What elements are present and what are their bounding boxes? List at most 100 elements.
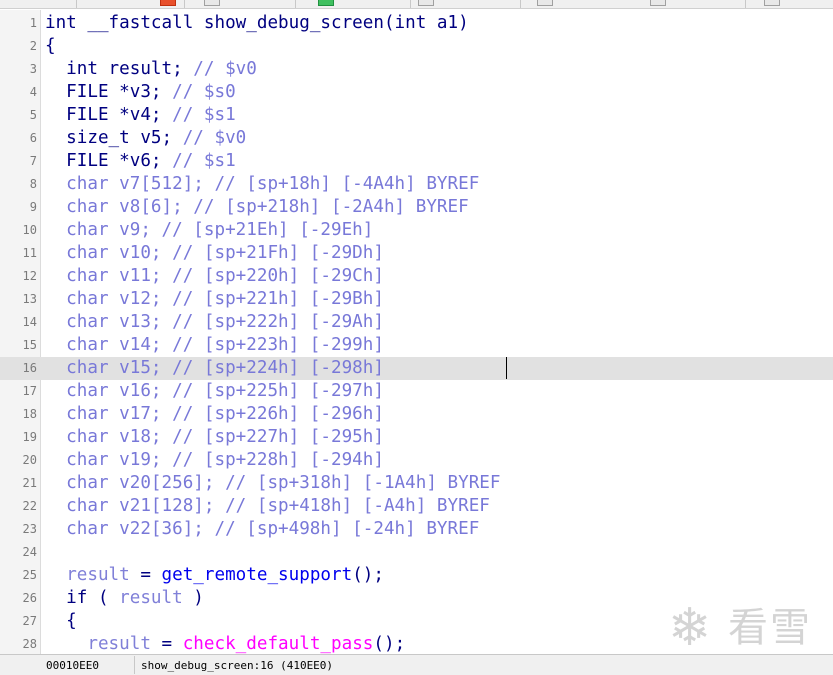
- tab-icon[interactable]: [537, 0, 553, 6]
- code-line[interactable]: 16 char v15; // [sp+224h] [-298h]: [0, 357, 833, 380]
- code-token: char v17; // [sp+226h] [-296h]: [45, 404, 384, 424]
- line-number: 17: [22, 384, 37, 398]
- code-text: char v17; // [sp+226h] [-296h]: [45, 403, 384, 426]
- code-token: char v9; // [sp+21Eh] [-29Eh]: [45, 220, 374, 240]
- code-token: char v19; // [sp+228h] [-294h]: [45, 450, 384, 470]
- code-line[interactable]: 7 FILE *v6; // $s1: [0, 150, 833, 173]
- code-text: char v18; // [sp+227h] [-295h]: [45, 426, 384, 449]
- tab-separator: [184, 0, 185, 8]
- code-line[interactable]: 22 char v21[128]; // [sp+418h] [-A4h] BY…: [0, 495, 833, 518]
- snowflake-icon: ❄: [668, 598, 712, 658]
- text-cursor: [506, 357, 507, 379]
- code-token: // $v0: [182, 128, 247, 148]
- line-number: 18: [22, 407, 37, 421]
- code-token: result: [87, 634, 151, 654]
- tab-separator: [520, 0, 521, 8]
- code-line[interactable]: 11 char v10; // [sp+21Fh] [-29Dh]: [0, 242, 833, 265]
- code-token: char v12; // [sp+221h] [-29Bh]: [45, 289, 384, 309]
- tab-icon[interactable]: [418, 0, 434, 6]
- code-line[interactable]: 1 int __fastcall show_debug_screen(int a1…: [0, 12, 833, 35]
- code-text: char v13; // [sp+222h] [-29Ah]: [45, 311, 384, 334]
- code-line[interactable]: 8 char v7[512]; // [sp+18h] [-4A4h] BYRE…: [0, 173, 833, 196]
- code-line[interactable]: 25 result = get_remote_support();: [0, 564, 833, 587]
- code-text: char v8[6]; // [sp+218h] [-2A4h] BYREF: [45, 196, 469, 219]
- code-line[interactable]: 18 char v17; // [sp+226h] [-296h]: [0, 403, 833, 426]
- tab-separator: [410, 0, 411, 8]
- line-number: 24: [22, 545, 37, 559]
- code-token: char v20[256]; // [sp+318h] [-1A4h] BYRE…: [45, 473, 501, 493]
- code-text: {: [45, 610, 77, 633]
- code-line[interactable]: 9 char v8[6]; // [sp+218h] [-2A4h] BYREF: [0, 196, 833, 219]
- code-text: char v14; // [sp+223h] [-299h]: [45, 334, 384, 357]
- status-separator: [134, 656, 135, 674]
- code-line[interactable]: 23 char v22[36]; // [sp+498h] [-24h] BYR…: [0, 518, 833, 541]
- tab-icon[interactable]: [318, 0, 334, 6]
- code-token: FILE *v6;: [45, 151, 173, 171]
- code-token: char v15; // [sp+224h] [-298h]: [45, 358, 384, 378]
- code-token: =: [150, 634, 183, 654]
- code-line[interactable]: 10 char v9; // [sp+21Eh] [-29Eh]: [0, 219, 833, 242]
- pseudocode-editor[interactable]: 1 int __fastcall show_debug_screen(int a1…: [0, 10, 833, 654]
- code-line[interactable]: 20 char v19; // [sp+228h] [-294h]: [0, 449, 833, 472]
- code-line[interactable]: 6 size_t v5; // $v0: [0, 127, 833, 150]
- tab-icon[interactable]: [160, 0, 176, 6]
- line-number: 4: [29, 85, 37, 99]
- tab-strip: [0, 0, 833, 9]
- code-line[interactable]: 14 char v13; // [sp+222h] [-29Ah]: [0, 311, 833, 334]
- code-text: FILE *v6; // $s1: [45, 150, 236, 173]
- line-number: 27: [22, 614, 37, 628]
- line-number: 12: [22, 269, 37, 283]
- code-token: =: [129, 565, 162, 585]
- code-line[interactable]: 19 char v18; // [sp+227h] [-295h]: [0, 426, 833, 449]
- code-text: FILE *v4; // $s1: [45, 104, 236, 127]
- tab-icon[interactable]: [650, 0, 666, 6]
- code-token: ();: [352, 565, 384, 585]
- code-token: get_remote_support: [161, 565, 353, 585]
- code-text: char v21[128]; // [sp+418h] [-A4h] BYREF: [45, 495, 490, 518]
- tab-icon[interactable]: [204, 0, 220, 6]
- code-line[interactable]: 15 char v14; // [sp+223h] [-299h]: [0, 334, 833, 357]
- code-line[interactable]: 5 FILE *v4; // $s1: [0, 104, 833, 127]
- line-number: 9: [29, 200, 37, 214]
- code-token: FILE *v4;: [45, 105, 173, 125]
- code-token: int result;: [45, 59, 194, 79]
- code-text: char v22[36]; // [sp+498h] [-24h] BYREF: [45, 518, 479, 541]
- code-token: char v10; // [sp+21Fh] [-29Dh]: [45, 243, 384, 263]
- code-token: {: [45, 611, 77, 631]
- line-number: 22: [22, 499, 37, 513]
- code-token: char v14; // [sp+223h] [-299h]: [45, 335, 384, 355]
- line-number: 5: [29, 108, 37, 122]
- code-line[interactable]: 17 char v16; // [sp+225h] [-297h]: [0, 380, 833, 403]
- line-number: 6: [29, 131, 37, 145]
- code-token: // $v0: [193, 59, 257, 79]
- code-text: char v9; // [sp+21Eh] [-29Eh]: [45, 219, 373, 242]
- tab-icon[interactable]: [764, 0, 780, 6]
- line-number: 26: [22, 591, 37, 605]
- line-number: 3: [29, 62, 37, 76]
- code-text: result = get_remote_support();: [45, 564, 384, 587]
- line-number: 28: [22, 637, 37, 651]
- code-line[interactable]: 13 char v12; // [sp+221h] [-29Bh]: [0, 288, 833, 311]
- code-text: int __fastcall show_debug_screen(int a1): [45, 12, 469, 35]
- code-token: FILE *v3;: [45, 82, 173, 102]
- code-token: check_default_pass: [182, 634, 374, 654]
- code-text: result = check_default_pass();: [45, 633, 405, 654]
- line-number: 15: [22, 338, 37, 352]
- code-line[interactable]: 12 char v11; // [sp+220h] [-29Ch]: [0, 265, 833, 288]
- code-token: char v7[512]; // [sp+18h] [-4A4h] BYREF: [45, 174, 480, 194]
- line-number: 11: [22, 246, 37, 260]
- code-token: result: [119, 588, 183, 608]
- code-line[interactable]: 21 char v20[256]; // [sp+318h] [-1A4h] B…: [0, 472, 833, 495]
- line-number: 7: [29, 154, 37, 168]
- line-number: 23: [22, 522, 37, 536]
- code-line[interactable]: 3 int result; // $v0: [0, 58, 833, 81]
- code-line[interactable]: 4 FILE *v3; // $s0: [0, 81, 833, 104]
- code-token: int __fastcall: [45, 13, 204, 33]
- code-line[interactable]: 24: [0, 541, 833, 564]
- line-number: 1: [29, 16, 37, 30]
- code-token: if (: [45, 588, 120, 608]
- code-text: int result; // $v0: [45, 58, 257, 81]
- code-line[interactable]: 2{: [0, 35, 833, 58]
- code-token: {: [45, 36, 56, 56]
